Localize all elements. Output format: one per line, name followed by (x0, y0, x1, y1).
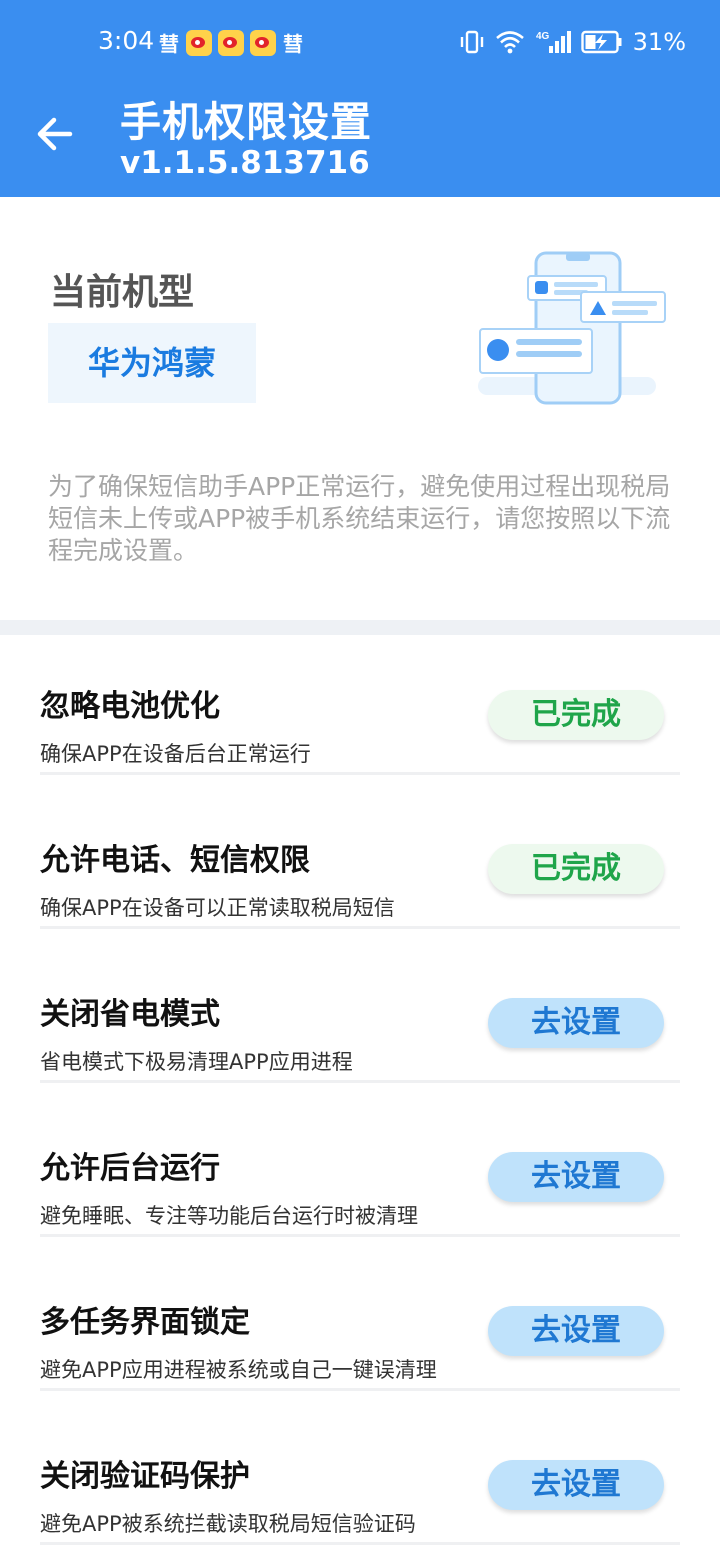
setting-item-power-saving: 关闭省电模式 省电模式下极易清理APP应用进程 去设置 (40, 943, 680, 1083)
network-label: 4G (536, 31, 550, 42)
setting-item-verification-code-protection: 关闭验证码保护 避免APP被系统拦截读取税局短信验证码 去设置 (40, 1405, 680, 1545)
hui-icon: 彗 (159, 32, 179, 56)
device-label: 当前机型 (50, 272, 195, 313)
setting-item-multitask-lock: 多任务界面锁定 避免APP应用进程被系统或自己一键误清理 去设置 (40, 1251, 680, 1391)
setting-title: 多任务界面锁定 (40, 1305, 250, 1340)
status-bar: 3:04 彗 彗 4G 31% (0, 0, 720, 84)
wifi-icon (495, 31, 524, 54)
setting-description: 省电模式下极易清理APP应用进程 (40, 1050, 353, 1074)
setting-description: 避免APP被系统拦截读取税局短信验证码 (40, 1512, 416, 1536)
status-time: 3:04 (98, 26, 155, 55)
setting-title: 允许电话、短信权限 (40, 843, 310, 878)
setting-item-battery-optimization: 忽略电池优化 确保APP在设备后台正常运行 已完成 (40, 635, 680, 775)
signal-icon: 4G (536, 31, 571, 53)
weibo-icon (250, 29, 276, 56)
arrow-left-icon (37, 117, 73, 151)
device-chip: 华为鸿蒙 (48, 323, 256, 403)
setting-description: 避免APP应用进程被系统或自己一键误清理 (40, 1358, 437, 1382)
hui-icon: 彗 (283, 32, 303, 56)
notification-icons: 彗 彗 (158, 28, 304, 57)
app-header: 3:04 彗 彗 4G 31% 手机权限设置 v1.1.5.813716 (0, 0, 720, 197)
phone-sms-permission-status-button[interactable]: 已完成 (488, 844, 664, 894)
battery-percent: 31% (632, 28, 686, 56)
battery-charging-icon (580, 30, 622, 54)
system-status-icons: 4G 31% (459, 28, 686, 56)
setting-description: 确保APP在设备后台正常运行 (40, 742, 311, 766)
setting-title: 忽略电池优化 (40, 689, 220, 724)
battery-optimization-status-button[interactable]: 已完成 (488, 690, 664, 740)
vibrate-icon (460, 30, 483, 54)
setting-item-phone-sms-permission: 允许电话、短信权限 确保APP在设备可以正常读取税局短信 已完成 (40, 789, 680, 929)
intro-text: 为了确保短信助手APP正常运行，避免使用过程出现税局短信未上传或APP被手机系统… (48, 472, 671, 565)
setting-description: 避免睡眠、专注等功能后台运行时被清理 (40, 1204, 418, 1228)
phone-illustration (478, 251, 666, 405)
setting-description: 确保APP在设备可以正常读取税局短信 (40, 896, 395, 920)
setting-item-background-run: 允许后台运行 避免睡眠、专注等功能后台运行时被清理 去设置 (40, 1097, 680, 1237)
power-saving-settings-button[interactable]: 去设置 (488, 998, 664, 1048)
weibo-icon (186, 29, 212, 56)
background-run-settings-button[interactable]: 去设置 (488, 1152, 664, 1202)
page-title: 手机权限设置 (120, 98, 372, 146)
device-value: 华为鸿蒙 (87, 344, 216, 382)
setting-title: 关闭验证码保护 (40, 1459, 250, 1494)
section-divider (0, 620, 720, 635)
back-button[interactable] (30, 110, 82, 158)
device-info-card: 当前机型 华为鸿蒙 为了确保短信助手APP正常运行，避免使用过程出现税局短信未上… (0, 205, 720, 620)
app-version: v1.1.5.813716 (120, 145, 370, 181)
weibo-icon (218, 29, 244, 56)
verification-code-protection-settings-button[interactable]: 去设置 (488, 1460, 664, 1510)
setting-title: 关闭省电模式 (40, 997, 220, 1032)
multitask-lock-settings-button[interactable]: 去设置 (488, 1306, 664, 1356)
setting-title: 允许后台运行 (40, 1151, 220, 1186)
